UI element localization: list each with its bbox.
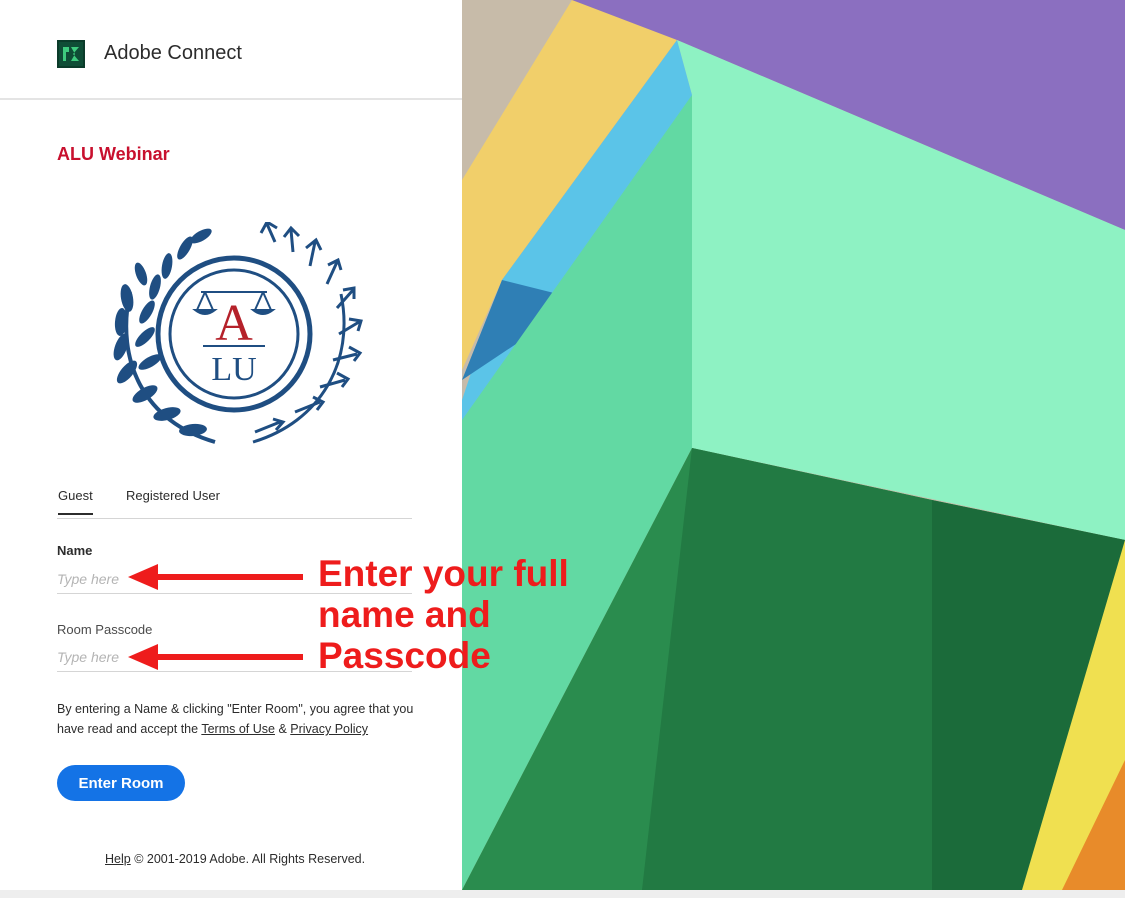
- adobe-connect-logo-icon: [57, 40, 85, 68]
- login-panel: Adobe Connect ALU Webinar A LU Guest Reg…: [0, 0, 462, 890]
- tab-guest[interactable]: Guest: [58, 488, 93, 515]
- footer: Help © 2001-2019 Adobe. All Rights Reser…: [105, 852, 365, 866]
- app-header: Adobe Connect: [0, 0, 462, 100]
- enter-room-button[interactable]: Enter Room: [57, 765, 185, 801]
- help-link[interactable]: Help: [105, 852, 131, 866]
- annotation-arrow-name: [128, 564, 303, 590]
- laurel-branch-icon: [113, 228, 216, 444]
- passcode-label: Room Passcode: [57, 622, 153, 637]
- hero-background-image: [462, 0, 1125, 890]
- logo-letters-lu: LU: [211, 351, 256, 388]
- bottom-strip: [0, 890, 1125, 898]
- terms-of-use-link[interactable]: Terms of Use: [201, 722, 275, 736]
- name-label: Name: [57, 543, 93, 558]
- annotation-text: Enter your full name and Passcode: [318, 553, 569, 676]
- tab-registered-user[interactable]: Registered User: [126, 488, 220, 513]
- login-tabs: Guest Registered User: [57, 486, 412, 519]
- app-title: Adobe Connect: [104, 42, 242, 64]
- arrow-wreath-icon: [252, 222, 363, 444]
- annotation-arrow-passcode: [128, 644, 303, 670]
- room-title: ALU Webinar: [57, 144, 170, 164]
- privacy-policy-link[interactable]: Privacy Policy: [290, 722, 368, 736]
- alu-logo: A LU: [113, 222, 363, 444]
- logo-letter-a: A: [215, 295, 253, 352]
- consent-and: &: [274, 722, 291, 736]
- copyright-text: © 2001-2019 Adobe. All Rights Reserved.: [130, 852, 366, 866]
- consent-text: By entering a Name & clicking "Enter Roo…: [57, 699, 417, 739]
